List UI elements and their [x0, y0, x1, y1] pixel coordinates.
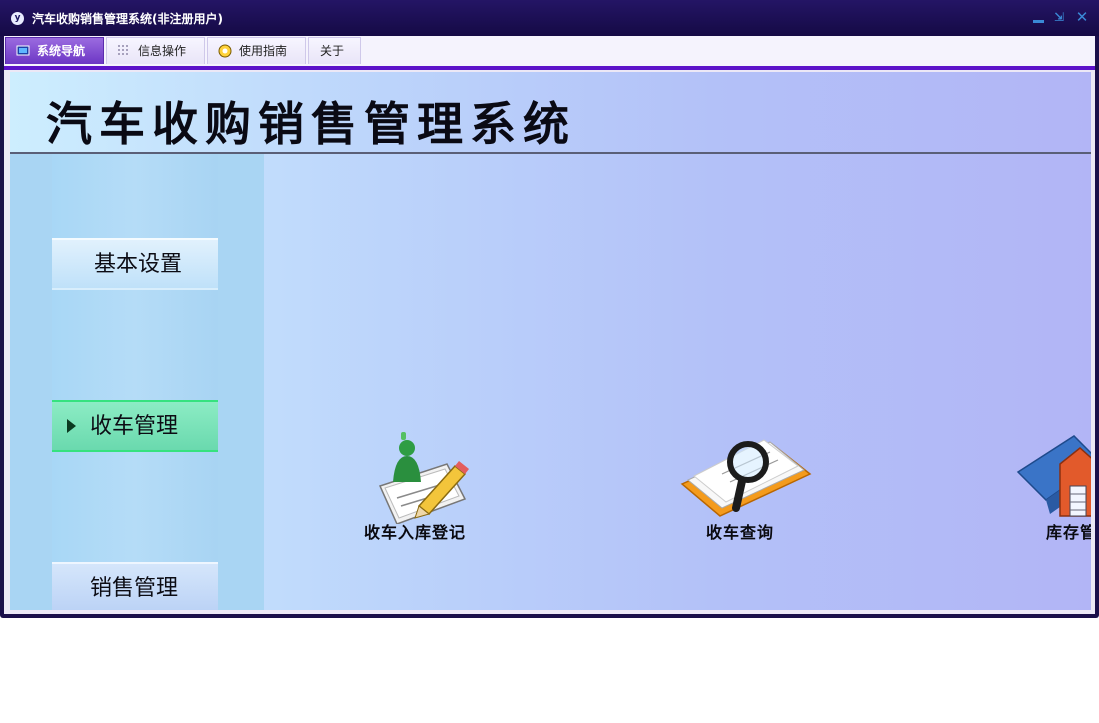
function-purchase-query[interactable]: 收车查询 — [660, 424, 820, 554]
sidebar-item-basic-settings[interactable]: 基本设置 — [52, 238, 218, 290]
function-inventory-management[interactable]: 库存管理 — [1000, 424, 1091, 554]
sidebar-item-sales[interactable]: 销售管理 — [52, 562, 218, 610]
minimize-button[interactable] — [1030, 9, 1046, 25]
function-label: 库存管理 — [1045, 523, 1091, 542]
caret-right-icon — [67, 419, 76, 433]
monitor-icon — [16, 45, 30, 56]
tab-label: 系统导航 — [37, 44, 86, 58]
tab-label: 信息操作 — [138, 44, 187, 58]
tab-system-navigation[interactable]: 系统导航 — [5, 37, 104, 64]
register-pencil-icon — [378, 432, 469, 524]
function-purchase-registration[interactable]: 收车入库登记 — [335, 424, 495, 554]
tab-label: 关于 — [320, 44, 345, 58]
sidebar-column — [52, 154, 218, 610]
close-button[interactable]: ✕ — [1074, 9, 1090, 25]
main-panel: 汽车收购销售管理系统 基本设置 收车管理 销售管理 收车入库登记 收车查询 库存… — [10, 72, 1091, 610]
magnifier-icon — [680, 439, 812, 517]
sidebar-item-label: 销售管理 — [90, 576, 179, 601]
sidebar-item-label: 收车管理 — [90, 414, 179, 439]
tab-user-guide[interactable]: 使用指南 — [207, 37, 306, 64]
function-label: 收车入库登记 — [363, 523, 466, 542]
sidebar: 基本设置 收车管理 销售管理 — [10, 154, 264, 610]
tab-about[interactable]: 关于 — [308, 37, 361, 64]
title-bar: y 汽车收购销售管理系统(非注册用户) ⇲ ✕ — [0, 0, 1099, 36]
menu-bar: 系统导航 信息操作 使用指南 关于 — [4, 36, 1095, 66]
restore-button[interactable]: ⇲ — [1051, 9, 1067, 25]
grid-icon — [118, 45, 128, 55]
sidebar-item-label: 基本设置 — [94, 252, 183, 277]
content-area: 汽车收购销售管理系统 基本设置 收车管理 销售管理 收车入库登记 收车查询 库存… — [4, 70, 1095, 614]
window-title: 汽车收购销售管理系统(非注册用户) — [32, 12, 223, 26]
page-title: 汽车收购销售管理系统 — [46, 97, 576, 151]
tab-info-operation[interactable]: 信息操作 — [106, 37, 205, 64]
function-label: 收车查询 — [705, 523, 774, 542]
sidebar-item-vehicle-purchase[interactable]: 收车管理 — [52, 400, 218, 452]
guide-icon — [218, 44, 232, 58]
app-logo-icon: y — [11, 12, 24, 25]
warehouse-icon — [1016, 435, 1091, 517]
tab-label: 使用指南 — [239, 44, 288, 58]
app-window: y 汽车收购销售管理系统(非注册用户) ⇲ ✕ 系统导航 信息操作 使用指南 关… — [0, 0, 1099, 618]
